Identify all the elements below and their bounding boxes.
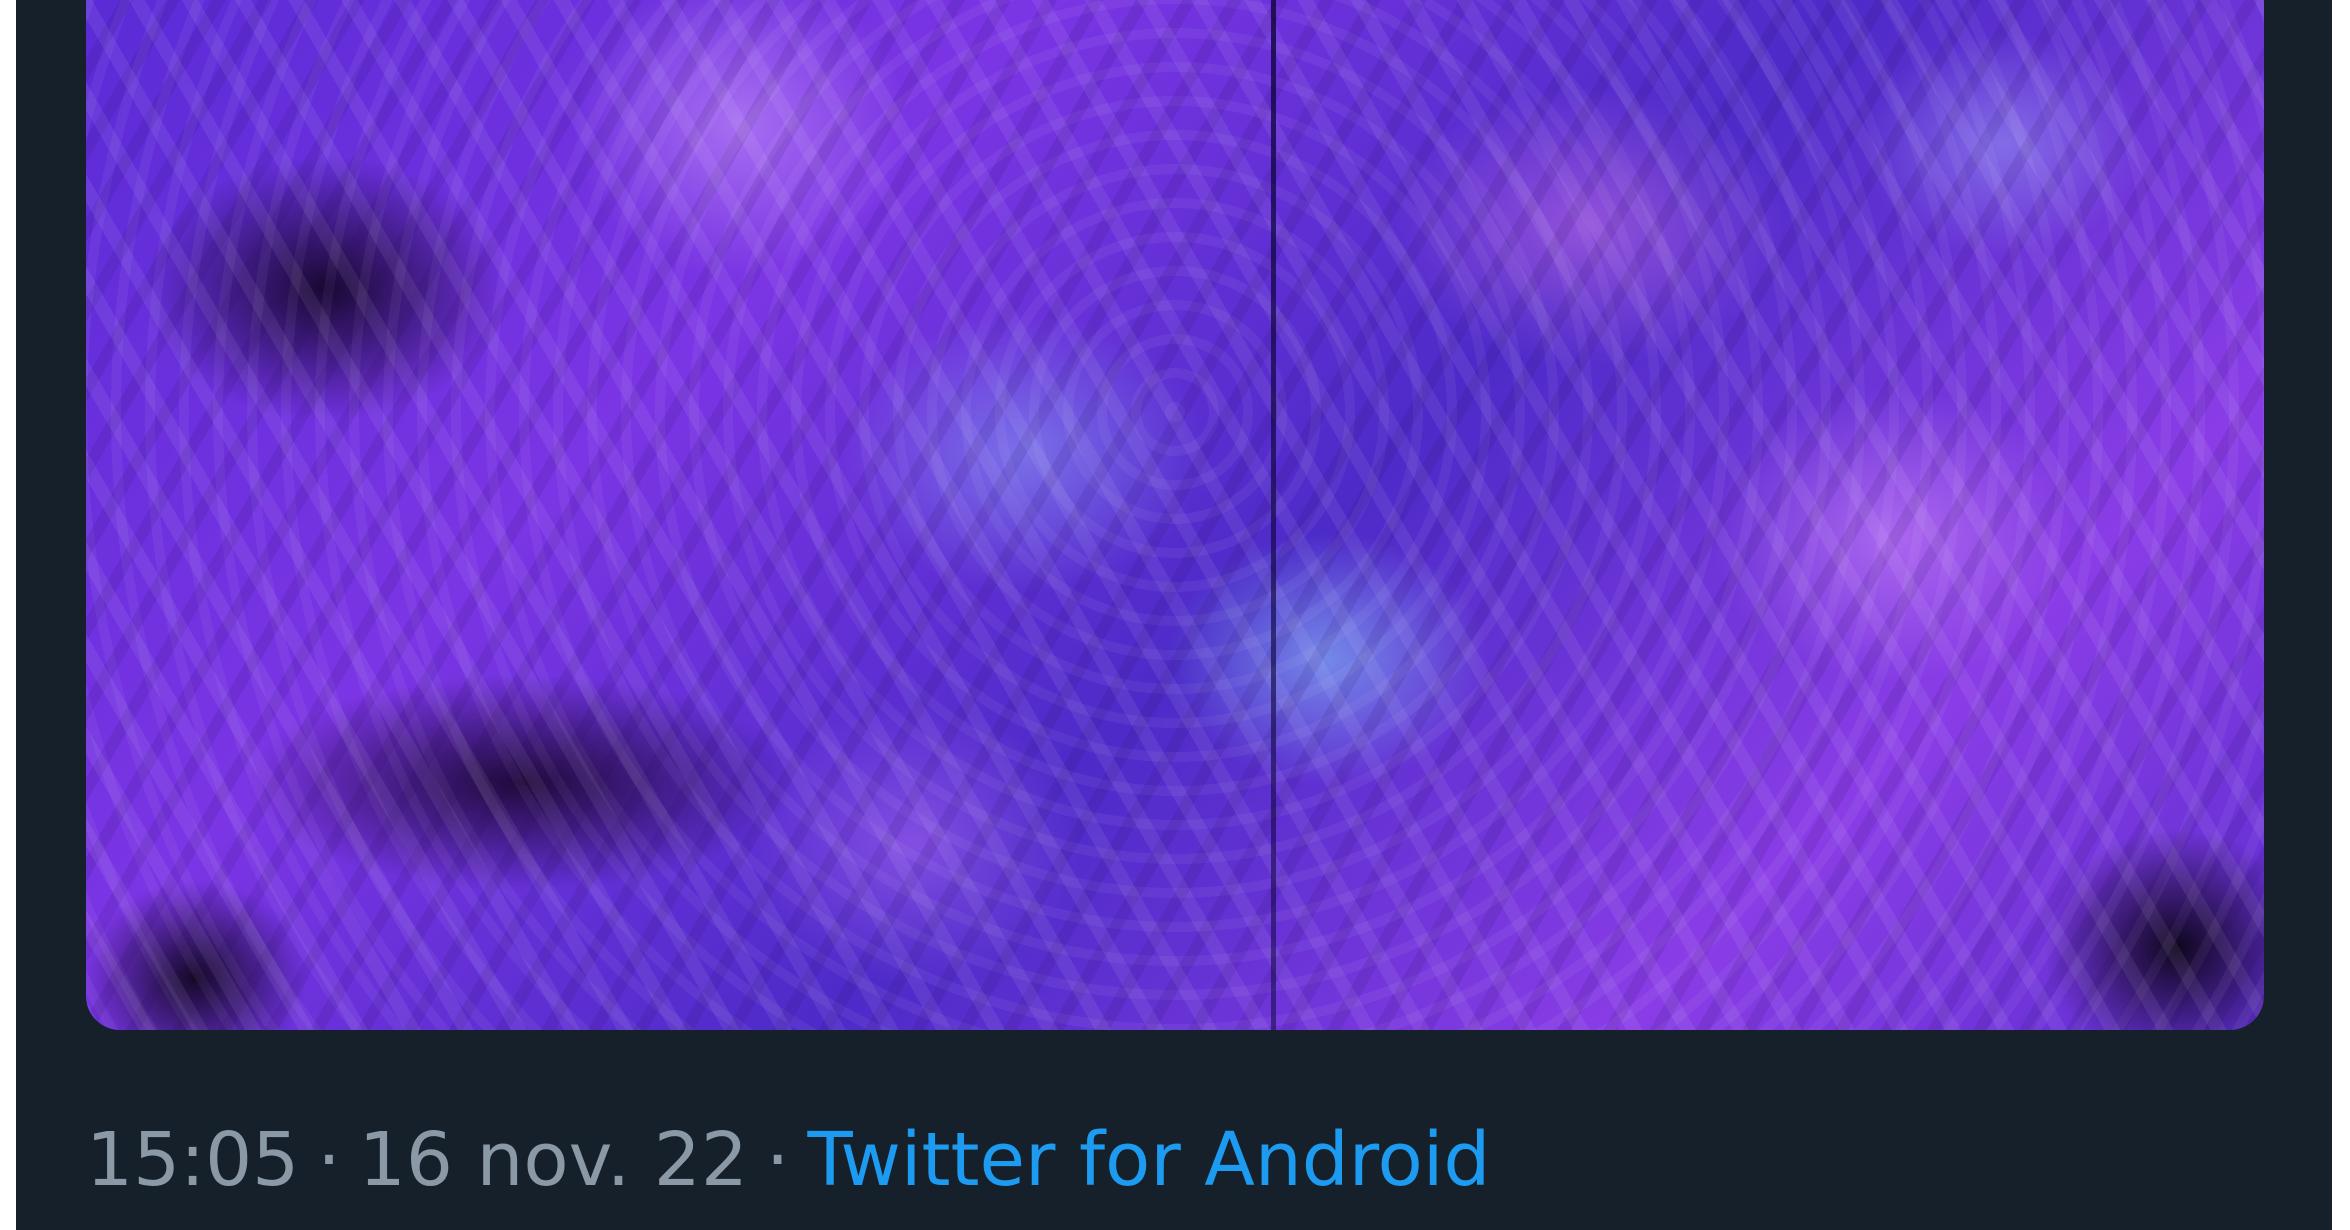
meta-separator: · <box>317 1117 341 1203</box>
tweet-timestamp-row: 15:05 · 16 nov. 22 · Twitter for Android <box>86 1120 1490 1200</box>
tweet-date[interactable]: 16 nov. 22 <box>359 1120 748 1200</box>
photo-texture <box>86 0 2264 1030</box>
meta-separator: · <box>765 1117 790 1203</box>
tweet-media-photo[interactable] <box>86 0 2264 1030</box>
screenshot-frame: 15:05 · 16 nov. 22 · Twitter for Android <box>0 0 2350 1230</box>
photo-seam <box>1271 0 1276 1030</box>
tweet-source-link[interactable]: Twitter for Android <box>807 1120 1490 1200</box>
tweet-time[interactable]: 15:05 <box>86 1120 299 1200</box>
tweet-detail: 15:05 · 16 nov. 22 · Twitter for Android <box>16 0 2332 1230</box>
